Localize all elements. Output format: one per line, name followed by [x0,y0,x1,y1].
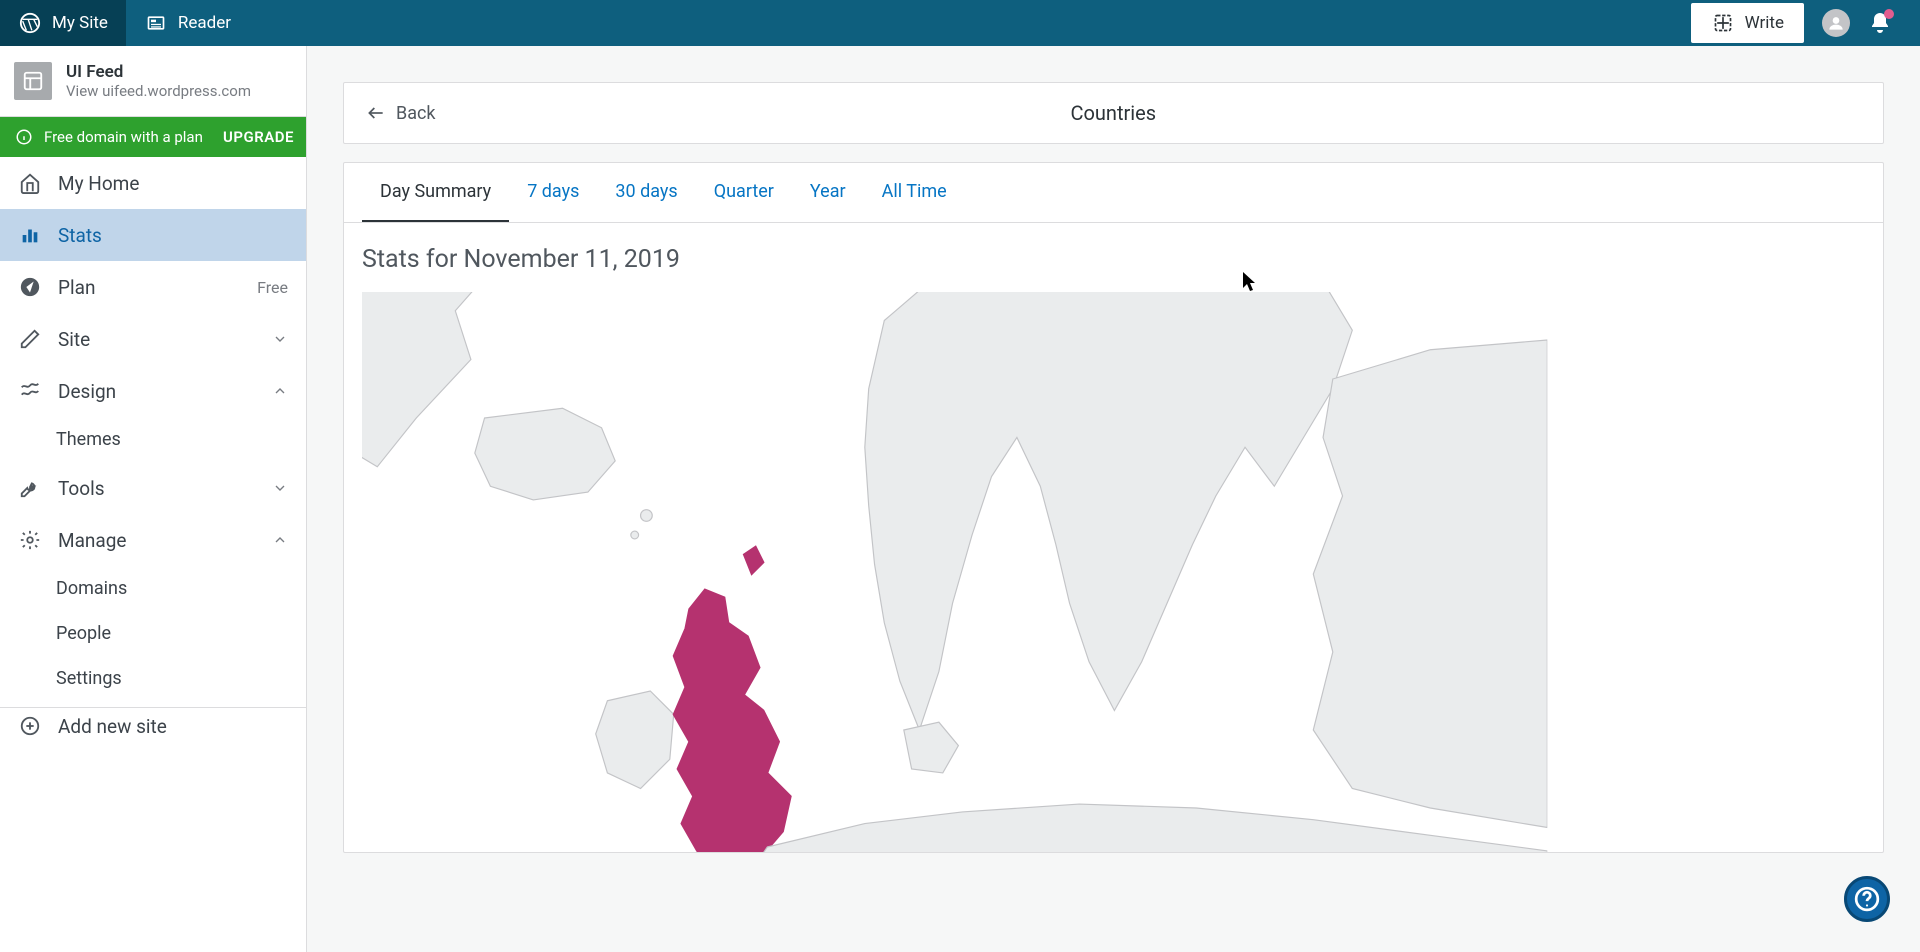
notifications-button[interactable] [1868,11,1892,35]
page-title: Countries [436,101,1791,125]
compose-icon [1711,11,1735,35]
nav-my-home[interactable]: My Home [0,157,306,209]
nav-add-new-site[interactable]: Add new site [0,707,306,752]
pencil-icon [18,327,42,351]
tab-day-summary[interactable]: Day Summary [362,163,509,222]
my-site-tab[interactable]: My Site [0,0,126,46]
nav-manage-label: Manage [58,529,127,552]
notification-dot [1884,9,1894,19]
stats-title: Stats for November 11, 2019 [362,245,1883,274]
reader-label: Reader [178,13,231,33]
nav-site-label: Site [58,328,90,351]
site-thumbnail-icon [14,62,52,100]
write-button[interactable]: Write [1691,3,1804,43]
info-icon [12,125,36,149]
gear-icon [18,528,42,552]
nav-plan[interactable]: Plan Free [0,261,306,313]
reader-tab[interactable]: Reader [126,0,249,46]
upgrade-banner[interactable]: Free domain with a plan UPGRADE [0,117,306,157]
home-icon [18,171,42,195]
nav-tools[interactable]: Tools [0,462,306,514]
help-icon [1854,886,1880,912]
tab-year[interactable]: Year [792,163,864,222]
design-icon [18,379,42,403]
nav-tools-label: Tools [58,477,105,500]
plus-circle-icon [18,714,42,738]
nav-plan-label: Plan [58,276,95,299]
reader-icon [144,11,168,35]
country-united-kingdom [674,590,791,852]
my-site-label: My Site [52,13,108,33]
sidebar: UI Feed View uifeed.wordpress.com Free d… [0,46,307,952]
countries-map[interactable] [362,292,1883,852]
nav-people[interactable]: People [0,611,306,656]
page-header: Back Countries [343,82,1884,144]
stats-icon [18,223,42,247]
site-card[interactable]: UI Feed View uifeed.wordpress.com [0,46,306,117]
back-button[interactable]: Back [366,103,436,124]
chevron-up-icon [272,383,288,399]
nav-stats[interactable]: Stats [0,209,306,261]
upgrade-text: Free domain with a plan [44,128,215,146]
chevron-down-icon [272,331,288,347]
nav-manage[interactable]: Manage [0,514,306,566]
nav-stats-label: Stats [58,224,102,247]
period-tabs: Day Summary 7 days 30 days Quarter Year … [344,163,1883,223]
nav-settings[interactable]: Settings [0,656,306,701]
chevron-up-icon [272,532,288,548]
help-button[interactable] [1844,876,1890,922]
nav-design[interactable]: Design [0,365,306,417]
nav-domains[interactable]: Domains [0,566,306,611]
main-content: Back Countries Day Summary 7 days 30 day… [307,46,1920,952]
plan-icon [18,275,42,299]
site-url: View uifeed.wordpress.com [66,82,251,100]
nav-design-label: Design [58,380,116,403]
stats-card: Day Summary 7 days 30 days Quarter Year … [343,162,1884,853]
plan-badge: Free [257,278,288,297]
tab-7-days[interactable]: 7 days [509,163,597,222]
nav-themes[interactable]: Themes [0,417,306,462]
profile-avatar[interactable] [1822,9,1850,37]
tab-30-days[interactable]: 30 days [597,163,695,222]
wordpress-icon [18,11,42,35]
tab-quarter[interactable]: Quarter [696,163,792,222]
wrench-icon [18,476,42,500]
write-label: Write [1745,13,1784,33]
back-label: Back [396,103,436,124]
arrow-left-icon [366,103,386,123]
nav-my-home-label: My Home [58,172,139,195]
chevron-down-icon [272,480,288,496]
upgrade-cta: UPGRADE [223,128,294,146]
site-name: UI Feed [66,62,251,82]
nav-site[interactable]: Site [0,313,306,365]
nav-add-new-site-label: Add new site [58,715,167,738]
tab-all-time[interactable]: All Time [864,163,965,222]
